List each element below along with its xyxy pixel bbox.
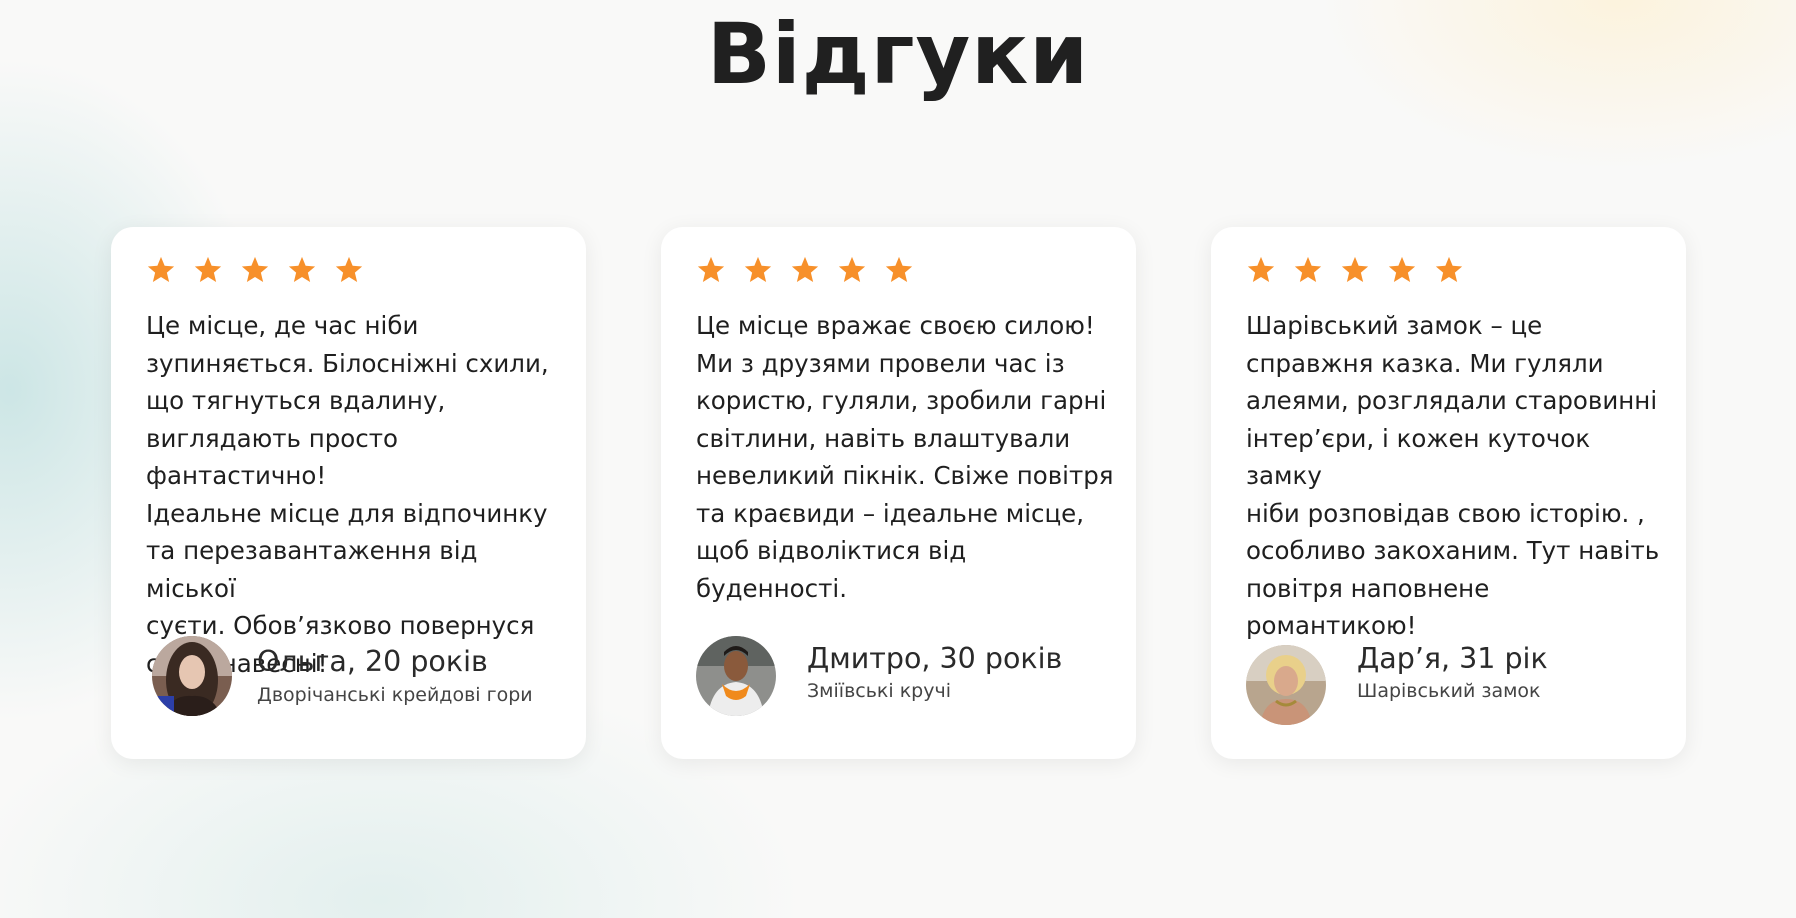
review-card-2: Це місце вражає своєю силою! Ми з друзям… — [661, 227, 1136, 759]
star-icon — [791, 256, 819, 282]
star-icon — [1247, 256, 1275, 282]
rating-stars — [146, 255, 364, 285]
star-icon — [147, 256, 175, 282]
avatar-photo-woman-dark-hair-icon — [152, 636, 232, 716]
review-author: Дар’я, 31 рік — [1357, 642, 1548, 675]
review-text: Шарівський замок – це справжня казка. Ми… — [1246, 311, 1660, 640]
star-icon — [194, 256, 222, 282]
avatar — [152, 636, 232, 716]
review-place: Шарівський замок — [1357, 680, 1541, 702]
avatar-photo-woman-blonde-icon — [1246, 645, 1326, 725]
star-icon — [885, 256, 913, 282]
star-icon — [697, 256, 725, 282]
review-author: Дмитро, 30 років — [807, 642, 1063, 675]
star-icon — [838, 256, 866, 282]
review-author: Ольга, 20 років — [257, 645, 488, 678]
avatar-photo-man-orange-hoodie-icon — [696, 636, 776, 716]
avatar — [696, 636, 776, 716]
review-text: Це місце вражає своєю силою! Ми з друзям… — [696, 311, 1114, 603]
rating-stars — [696, 255, 914, 285]
section-heading: Відгуки — [706, 5, 1090, 103]
review-place: Дворічанські крейдові гори — [257, 684, 533, 706]
star-icon — [1435, 256, 1463, 282]
star-icon — [1341, 256, 1369, 282]
star-icon — [288, 256, 316, 282]
star-icon — [335, 256, 363, 282]
review-card-1: Це місце, де час ніби зупиняється. Білос… — [111, 227, 586, 759]
rating-stars — [1246, 255, 1464, 285]
review-text: Це місце, де час ніби зупиняється. Білос… — [146, 311, 549, 678]
star-icon — [1388, 256, 1416, 282]
avatar — [1246, 645, 1326, 725]
star-icon — [744, 256, 772, 282]
star-icon — [241, 256, 269, 282]
review-place: Зміївські кручі — [807, 680, 951, 702]
review-card-3: Шарівський замок – це справжня казка. Ми… — [1211, 227, 1686, 759]
star-icon — [1294, 256, 1322, 282]
